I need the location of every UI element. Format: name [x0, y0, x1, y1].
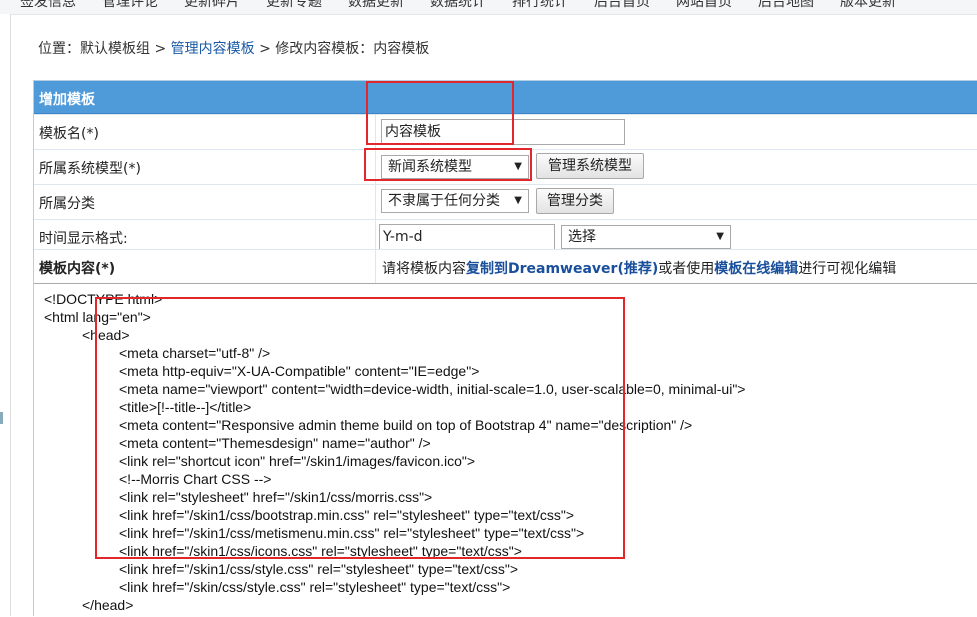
breadcrumb-link[interactable]: 管理内容模板 — [171, 41, 255, 57]
dreamweaver-link[interactable]: 复制到Dreamweaver(推荐) — [466, 261, 658, 277]
code-line: <link href="/skin/css/style.css" rel="st… — [119, 579, 511, 595]
dropdown-arrow-icon: ▼ — [716, 231, 724, 242]
template-content-label: 模板内容(*) — [39, 261, 116, 277]
top-nav: 签发信息 管理评论 更新碎片 更新专题 数据更新 数据统计 排行统计 后台首页 … — [0, 0, 977, 14]
time-format-select[interactable]: 选择 ▼ — [561, 225, 731, 249]
nav-item[interactable]: 更新专题 — [266, 0, 322, 14]
nav-item[interactable]: 签发信息 — [20, 0, 76, 14]
tip-text: 或者使用 — [658, 261, 715, 277]
manage-model-button[interactable]: 管理系统模型 — [536, 153, 644, 179]
cell-divider — [375, 185, 376, 220]
row-class: 所属分类 不隶属于任何分类 ▼ 管理分类 — [34, 184, 977, 220]
dropdown-arrow-icon: ▼ — [514, 195, 522, 206]
highlight-box — [95, 297, 625, 559]
highlight-box — [366, 81, 514, 145]
nav-item[interactable]: 数据统计 — [430, 0, 486, 14]
nav-item[interactable]: 排行统计 — [512, 0, 568, 14]
time-format-select-value: 选择 — [568, 229, 596, 245]
class-select[interactable]: 不隶属于任何分类 ▼ — [381, 189, 529, 213]
code-line: <link href="/skin1/css/style.css" rel="s… — [119, 561, 519, 577]
nav-item[interactable]: 后台地图 — [758, 0, 814, 14]
nav-item[interactable]: 数据更新 — [348, 0, 404, 14]
editor-tip: 请将模板内容复制到Dreamweaver(推荐)或者使用模板在线编辑进行可视化编… — [382, 258, 896, 278]
form-header-title: 增加模板 — [39, 92, 95, 108]
left-edge-marker — [0, 412, 3, 424]
template-name-label: 模板名(*) — [39, 126, 99, 142]
nav-item[interactable]: 后台首页 — [594, 0, 650, 14]
nav-item[interactable]: 网站首页 — [676, 0, 732, 14]
code-line: </head> — [82, 597, 134, 613]
class-label: 所属分类 — [39, 196, 95, 212]
cell-divider — [375, 250, 376, 285]
online-editor-link[interactable]: 模板在线编辑 — [714, 261, 798, 277]
breadcrumb-prefix: 位置：默认模板组 > — [38, 41, 171, 57]
time-format-label: 时间显示格式: — [39, 231, 128, 247]
nav-item[interactable]: 版本更新 — [840, 0, 896, 14]
nav-item[interactable]: 更新碎片 — [184, 0, 240, 14]
nav-item[interactable]: 管理评论 — [102, 0, 158, 14]
class-value: 不隶属于任何分类 — [388, 193, 500, 209]
breadcrumb: 位置：默认模板组 > 管理内容模板 > 修改内容模板：内容模板 — [38, 38, 429, 58]
system-model-label: 所属系统模型(*) — [39, 161, 141, 177]
row-template-content: 模板内容(*) 请将模板内容复制到Dreamweaver(推荐)或者使用模板在线… — [34, 249, 977, 285]
time-format-input[interactable]: Y-m-d — [379, 224, 555, 250]
breadcrumb-suffix: > 修改内容模板：内容模板 — [254, 41, 430, 57]
tip-text: 进行可视化编辑 — [798, 261, 897, 277]
tip-text: 请将模板内容 — [382, 261, 466, 277]
manage-class-button[interactable]: 管理分类 — [536, 188, 614, 214]
highlight-box — [364, 148, 532, 181]
